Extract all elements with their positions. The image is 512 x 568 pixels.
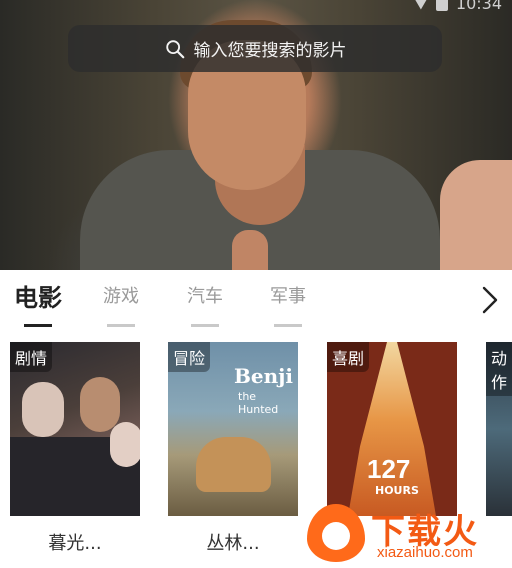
poster-title[interactable]: 暮光...	[10, 529, 140, 555]
hero-banner[interactable]: 10:34 输入您要搜索的影片	[0, 0, 512, 270]
tab-underline	[274, 324, 302, 327]
genre-tag: 喜剧	[327, 342, 370, 372]
poster-art	[80, 377, 120, 432]
genre-tag: 动作	[486, 342, 512, 396]
tab-label: 汽车	[187, 286, 223, 307]
search-bar[interactable]: 输入您要搜索的影片	[68, 25, 442, 72]
watermark-url: xiazaihuo.com	[377, 544, 473, 561]
tab-movie[interactable]: 电影	[14, 278, 62, 327]
battery-icon	[435, 0, 448, 11]
poster-card[interactable]: 动作	[486, 342, 512, 516]
tab-label: 游戏	[103, 286, 139, 307]
tab-underline	[107, 324, 135, 327]
hero-side-figure	[440, 160, 512, 270]
tab-cars[interactable]: 汽车	[185, 282, 225, 327]
poster-title[interactable]: 丛林...	[168, 529, 298, 555]
poster-card[interactable]: 127 HOURS 喜剧	[327, 342, 457, 516]
search-icon	[165, 39, 184, 58]
poster-art	[110, 422, 140, 467]
chevron-right-icon[interactable]	[478, 282, 502, 318]
watermark-logo: 下载火 xiazaihuo.com	[303, 500, 512, 568]
genre-tag: 剧情	[10, 342, 53, 372]
tab-underline	[24, 324, 52, 327]
tab-label: 电影	[14, 284, 62, 312]
poster-art	[22, 382, 64, 437]
poster-card[interactable]: Benji the Hunted 冒险	[168, 342, 298, 516]
poster-subtitle-text: the Hunted	[238, 390, 279, 416]
tab-games[interactable]: 游戏	[101, 282, 141, 327]
tab-underline	[191, 324, 219, 327]
hero-figure-hands	[232, 230, 268, 270]
signal-icon	[413, 0, 428, 10]
status-time: 10:34	[455, 0, 502, 13]
genre-tag: 冒险	[168, 342, 211, 372]
flame-icon-inner	[322, 522, 350, 550]
poster-art	[196, 437, 271, 492]
poster-big-text: 127	[367, 454, 411, 484]
tab-label: 军事	[270, 286, 306, 307]
status-bar: 10:34	[413, 0, 502, 13]
poster-sub-text: HOURS	[375, 484, 419, 497]
poster-card[interactable]: 剧情	[10, 342, 140, 516]
poster-logo-text: Benji	[234, 364, 294, 388]
search-placeholder: 输入您要搜索的影片	[193, 41, 347, 61]
category-tabs: 电影 游戏 汽车 军事	[0, 270, 512, 332]
tab-military[interactable]: 军事	[268, 282, 308, 327]
